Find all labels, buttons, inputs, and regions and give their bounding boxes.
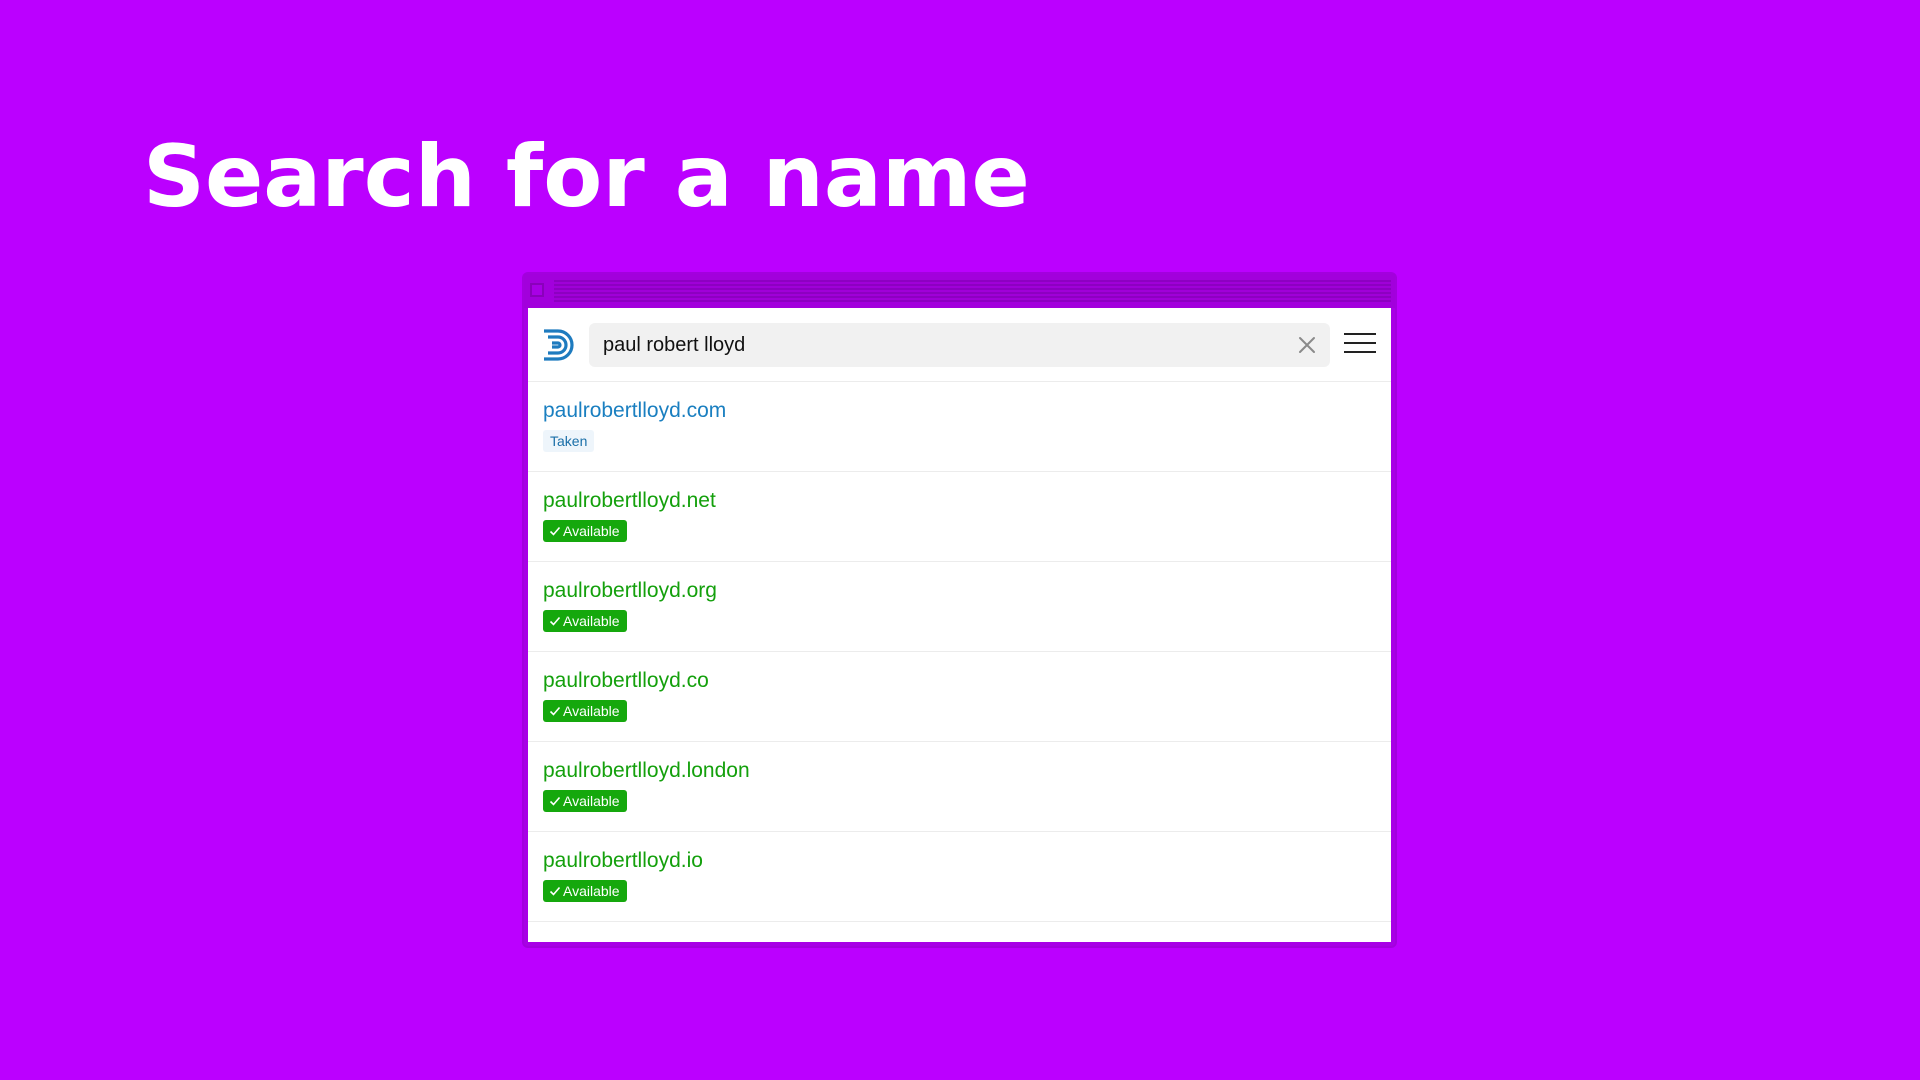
menu-bar — [1344, 351, 1376, 353]
check-icon — [549, 886, 561, 896]
status-badge: Available — [543, 520, 627, 542]
status-badge: Available — [543, 610, 627, 632]
result-domain-link[interactable]: paulrobertlloyd.io — [543, 849, 703, 873]
status-badge-label: Available — [563, 703, 620, 719]
result-item: paulrobertlloyd.io Available — [528, 832, 1391, 922]
check-icon — [549, 616, 561, 626]
result-item: paulrobertlloyd.org Available — [528, 562, 1391, 652]
search-input[interactable] — [603, 323, 1263, 367]
window-titlebar[interactable] — [524, 274, 1395, 308]
status-badge-label: Available — [563, 613, 620, 629]
result-domain-link[interactable]: paulrobertlloyd.co — [543, 669, 709, 693]
result-domain-link[interactable]: paulrobertlloyd.net — [543, 489, 716, 513]
hamburger-menu-icon[interactable] — [1344, 332, 1376, 356]
titlebar-stripes — [554, 280, 1391, 302]
menu-bar — [1344, 333, 1376, 335]
status-badge: Available — [543, 790, 627, 812]
app-header — [528, 308, 1391, 382]
status-badge: Available — [543, 700, 627, 722]
status-badge: Taken — [543, 430, 595, 452]
page-headline: Search for a name — [143, 127, 1030, 227]
close-icon[interactable] — [1294, 332, 1320, 358]
status-badge-label: Available — [563, 883, 620, 899]
result-item: paulrobertlloyd.co Available — [528, 652, 1391, 742]
status-badge-label: Available — [563, 793, 620, 809]
status-badge: Available — [543, 880, 627, 902]
results-list: paulrobertlloyd.com Taken paulrobertlloy… — [528, 382, 1391, 922]
status-badge-label: Available — [563, 523, 620, 539]
check-icon — [549, 706, 561, 716]
logo-icon[interactable] — [540, 326, 578, 364]
result-domain-link[interactable]: paulrobertlloyd.com — [543, 399, 726, 423]
window-close-box[interactable] — [530, 283, 544, 297]
search-box — [589, 323, 1330, 367]
menu-bar — [1344, 342, 1376, 344]
check-icon — [549, 796, 561, 806]
result-domain-link[interactable]: paulrobertlloyd.london — [543, 759, 750, 783]
status-badge-label: Taken — [550, 433, 588, 449]
browser-window: paulrobertlloyd.com Taken paulrobertlloy… — [524, 274, 1395, 946]
result-item: paulrobertlloyd.com Taken — [528, 382, 1391, 472]
result-domain-link[interactable]: paulrobertlloyd.org — [543, 579, 717, 603]
result-item: paulrobertlloyd.london Available — [528, 742, 1391, 832]
browser-viewport: paulrobertlloyd.com Taken paulrobertlloy… — [528, 308, 1391, 942]
check-icon — [549, 526, 561, 536]
result-item: paulrobertlloyd.net Available — [528, 472, 1391, 562]
